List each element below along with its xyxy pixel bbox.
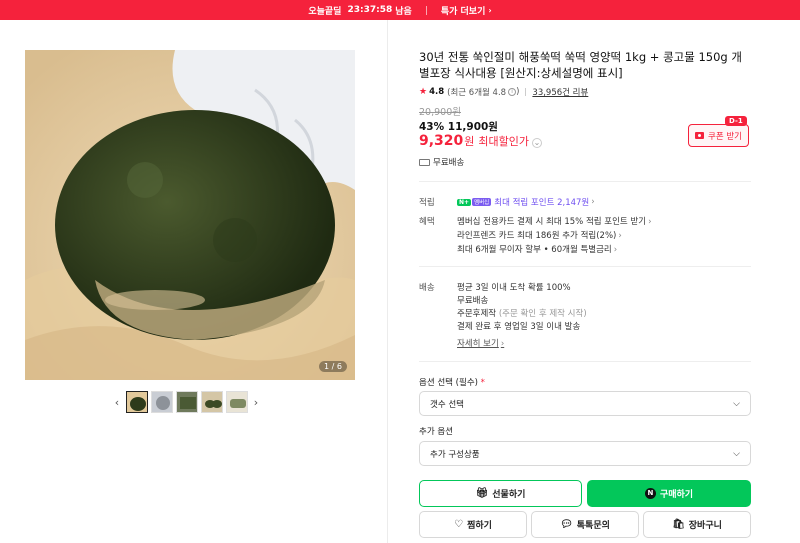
chevron-down-icon: ⌵ — [733, 448, 740, 459]
quantity-select-value: 갯수 선택 — [430, 399, 464, 410]
benefit-line-3[interactable]: 최대 6개월 무이자 할부 • 60개월 특별금리 › — [457, 243, 617, 255]
delivery-line-1: 평균 3일 이내 도착 확률 100% — [457, 283, 571, 293]
info-icon[interactable]: i — [508, 88, 517, 96]
delivery-details-link[interactable]: 자세히 보기 › — [457, 337, 504, 349]
heart-icon: ♡ — [454, 519, 464, 530]
divider — [419, 266, 751, 267]
delivery-line-2: 무료배송 — [457, 296, 489, 306]
required-mark: * — [480, 378, 485, 388]
extra-option-label: 추가 옵션 — [419, 427, 453, 437]
membership-badge: 멤버십 — [472, 198, 492, 206]
delivery-line-3-main: 주문후제작 — [457, 309, 497, 319]
points-label: 적립 — [419, 198, 435, 208]
best-price: 9,320 — [419, 133, 464, 149]
discount-price: 43% 11,900원 — [419, 121, 498, 133]
divider — [419, 361, 751, 362]
thumbnail-5[interactable] — [225, 391, 248, 413]
chevron-down-icon: ⌵ — [733, 398, 740, 409]
benefit-line-1[interactable]: 멤버십 전용카드 결제 시 최대 15% 적립 포인트 받기 › — [457, 215, 652, 227]
points-row[interactable]: N+ 멤버십 최대 적립 포인트 2,147원 › — [457, 196, 595, 208]
gift-button-label: 선물하기 — [492, 490, 526, 500]
cart-icon: 🛍︎ — [672, 519, 685, 530]
chevron-right-icon[interactable]: › — [249, 396, 263, 409]
product-title: 30년 전통 쑥인절미 해풍쑥떡 쑥떡 영양떡 1kg + 콩고물 150g 개… — [419, 50, 742, 80]
thumbnail-strip: ‹ › — [110, 390, 263, 414]
more-deals-label: 특가 더보기 — [440, 6, 486, 17]
buy-button-label: 구매하기 — [659, 490, 694, 500]
chevron-right-icon: › — [488, 5, 492, 15]
naver-pay-icon: N — [644, 488, 656, 499]
thumbnail-4[interactable] — [200, 391, 223, 413]
coupon-label: 쿠폰 받기 — [708, 131, 742, 142]
star-icon: ★ — [419, 87, 428, 97]
thumbnail-2[interactable] — [150, 391, 173, 413]
rating-note: (최근 6개월 4.8 — [447, 88, 507, 98]
wish-button-label: 찜하기 — [467, 521, 492, 531]
delivery-label: 배송 — [419, 283, 435, 293]
deal-banner[interactable]: 오늘끝딜 23:37:58 남음 특가 더보기 › — [0, 0, 800, 20]
chevron-left-icon[interactable]: ‹ — [110, 396, 124, 409]
wish-button[interactable]: ♡ 찜하기 — [419, 511, 527, 538]
benefit-line-3-text: 최대 6개월 무이자 할부 • 60개월 특별금리 — [457, 245, 612, 255]
gift-button[interactable]: 🎁︎ 선물하기 — [419, 480, 582, 507]
benefit-label: 혜택 — [419, 217, 435, 227]
free-shipping: 무료배송 — [419, 156, 464, 168]
talk-button-label: 톡톡문의 — [576, 521, 610, 531]
chevron-right-icon: › — [618, 231, 622, 241]
buy-button[interactable]: N 구매하기 — [587, 480, 751, 507]
column-divider — [387, 20, 388, 543]
chat-icon: 💬︎ — [560, 519, 573, 530]
required-option-label: 옵션 선택 (필수) * — [419, 376, 485, 388]
dday-badge: D-1 — [725, 116, 747, 126]
cart-button-label: 장바구니 — [688, 521, 722, 531]
delivery-line-3-note: (주문 확인 후 제작 시작) — [498, 309, 587, 319]
quantity-select[interactable]: 갯수 선택 ⌵ — [419, 391, 751, 416]
benefit-line-1-text: 멤버십 전용카드 결제 시 최대 15% 적립 포인트 받기 — [457, 217, 647, 227]
required-option-text: 옵션 선택 (필수) — [419, 378, 478, 388]
thumbnail-3[interactable] — [175, 391, 198, 413]
coupon-button[interactable]: 쿠폰 받기 — [688, 124, 749, 147]
best-price-unit: 원 — [464, 135, 475, 148]
delivery-line-3: 주문후제작 (주문 확인 후 제작 시작) — [457, 307, 587, 319]
chevron-right-icon: › — [500, 339, 505, 349]
best-price-label: 최대할인가 — [478, 135, 530, 148]
thumbnail-1[interactable] — [125, 391, 148, 413]
product-main-image[interactable]: 1 / 6 — [25, 50, 355, 380]
delivery-line-4: 결제 완료 후 영업일 3일 이내 발송 — [457, 322, 581, 332]
points-text: 최대 적립 포인트 2,147원 — [494, 198, 590, 208]
countdown-suffix: 남음 — [395, 6, 412, 17]
extra-option-select[interactable]: 추가 구성상품 ⌵ — [419, 441, 751, 466]
original-price: 20,900원 — [419, 107, 461, 118]
more-deals-link[interactable]: 특가 더보기 › — [441, 4, 492, 17]
divider — [419, 181, 751, 182]
talk-button[interactable]: 💬︎ 톡톡문의 — [531, 511, 639, 538]
best-price-row[interactable]: 9,320 원 최대할인가 ⌄ — [419, 133, 543, 149]
banner-divider — [425, 5, 427, 15]
image-counter: 1 / 6 — [319, 361, 347, 372]
cart-button[interactable]: 🛍︎ 장바구니 — [643, 511, 751, 538]
coupon-icon — [695, 132, 704, 139]
chevron-right-icon: › — [591, 197, 595, 207]
benefit-line-2[interactable]: 라인프렌즈 카드 최대 186원 추가 적립(2%) › — [457, 229, 622, 241]
chevron-right-icon: › — [648, 217, 652, 227]
chevron-right-icon: › — [613, 245, 618, 255]
benefit-line-2-text: 라인프렌즈 카드 최대 186원 추가 적립(2%) — [457, 231, 617, 241]
free-shipping-label: 무료배송 — [433, 158, 465, 168]
extra-option-value: 추가 구성상품 — [430, 449, 480, 460]
rating-divider — [525, 88, 527, 96]
gift-icon: 🎁︎ — [475, 488, 489, 499]
chevron-down-icon: ⌄ — [532, 138, 543, 148]
truck-icon — [419, 158, 430, 166]
countdown-timer: 23:37:58 — [347, 5, 393, 15]
rating-row: ★ 4.8 (최근 6개월 4.8 i ) 33,956건 리뷰 — [419, 86, 588, 98]
delivery-details-text: 자세히 보기 — [457, 339, 499, 349]
deal-brand: 오늘끝딜 — [308, 6, 342, 17]
reviews-link[interactable]: 33,956건 리뷰 — [532, 86, 588, 98]
rating-note-end: ) — [516, 87, 520, 97]
rice-cake-photo — [25, 50, 355, 380]
npay-badge: N+ — [457, 198, 472, 206]
rating-score: 4.8 — [429, 87, 445, 97]
